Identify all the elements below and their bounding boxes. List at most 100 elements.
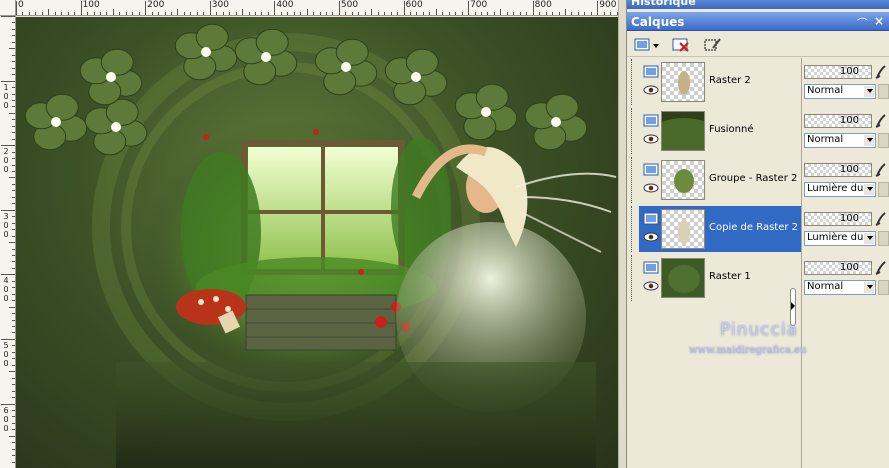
ruler-tick (326, 12, 327, 15)
layer-property-row: 100 Normal (802, 59, 889, 105)
ruler-tick (481, 12, 482, 15)
layer-link-button[interactable] (878, 280, 889, 295)
lock-transparency-icon[interactable] (874, 260, 888, 276)
ruler-tick (590, 12, 592, 15)
eye-icon[interactable] (643, 281, 659, 291)
history-title-bar[interactable]: Historique (627, 0, 889, 9)
canvas-scrollbar[interactable] (618, 0, 626, 468)
ruler-tick (248, 12, 250, 15)
ruler-tick (132, 12, 134, 15)
ruler-tick (532, 1, 534, 15)
ruler-tick (12, 364, 15, 366)
image-canvas[interactable] (16, 17, 618, 468)
ruler-tick (12, 119, 15, 121)
tree-line (631, 108, 637, 154)
ruler-tick (610, 12, 612, 15)
clover-flower (24, 93, 88, 151)
eye-icon[interactable] (643, 232, 659, 242)
layer-row[interactable]: Groupe - Raster 2 (631, 157, 801, 203)
ruler-tick (12, 351, 15, 353)
new-layer-dropdown-button[interactable] (631, 35, 661, 53)
ruler-tick (22, 12, 24, 15)
ruler-tick (261, 12, 263, 15)
ruler-tick (539, 12, 541, 15)
ruler-tick (151, 12, 153, 15)
eye-icon[interactable] (643, 134, 659, 144)
ruler-tick (1, 209, 15, 211)
ruler-tick (577, 12, 579, 15)
ruler-tick (16, 1, 17, 15)
clover-flower (79, 48, 143, 106)
ruler-tick (461, 12, 463, 15)
ruler-tick (319, 12, 321, 15)
ruler-tick (487, 12, 489, 15)
lock-transparency-icon[interactable] (874, 162, 888, 178)
ruler-tick (338, 1, 340, 15)
layer-link-button[interactable] (878, 84, 889, 99)
layer-link-button[interactable] (878, 231, 889, 246)
ruler-tick (397, 12, 399, 15)
close-icon[interactable]: × (874, 14, 884, 28)
opacity-value: 100 (839, 213, 859, 224)
ruler-tick (9, 371, 15, 373)
opacity-slider[interactable]: 100 (804, 212, 872, 226)
ruler-tick (67, 12, 69, 15)
opacity-slider[interactable]: 100 (804, 65, 872, 79)
ruler-tick (242, 9, 244, 15)
eye-icon[interactable] (643, 183, 659, 193)
lock-transparency-icon[interactable] (874, 211, 888, 227)
layer-row[interactable]: Copie de Raster 2 (631, 206, 801, 252)
edit-selection-button[interactable] (701, 35, 723, 53)
layer-row[interactable]: Raster 1 (631, 255, 801, 301)
ruler-tick (9, 112, 15, 114)
delete-layer-button[interactable] (669, 35, 691, 53)
pin-icon[interactable]: ⌒ (857, 15, 868, 31)
blend-mode-select[interactable]: Normal (804, 84, 876, 99)
lock-transparency-icon[interactable] (874, 64, 888, 80)
ruler-tick (597, 1, 599, 15)
ruler-tick (12, 293, 15, 295)
ruler-tick (177, 9, 179, 15)
layer-link-button[interactable] (878, 133, 889, 148)
history-title: Historique (631, 0, 696, 8)
ruler-tick (216, 12, 218, 15)
ruler-tick (12, 216, 15, 218)
ruler-tick (12, 125, 15, 127)
opacity-slider[interactable]: 100 (804, 163, 872, 177)
ruler-tick (403, 1, 405, 15)
ruler-tick (358, 12, 360, 15)
lock-transparency-icon[interactable] (874, 113, 888, 129)
ruler-tick (93, 12, 95, 15)
layers-title-bar[interactable]: Calques ⌒ × (627, 12, 889, 31)
opacity-slider[interactable]: 100 (804, 261, 872, 275)
opacity-value: 100 (839, 164, 859, 175)
ruler-tick (254, 12, 256, 15)
ruler-tick (12, 461, 15, 463)
opacity-slider[interactable]: 100 (804, 114, 872, 128)
chevron-down-icon (864, 86, 874, 97)
blend-mode-select[interactable]: Normal (804, 133, 876, 148)
ruler-tick (12, 416, 15, 418)
layer-row[interactable]: Fusionné (631, 108, 801, 154)
ruler-tick (12, 442, 15, 444)
ruler-label: 200 (147, 0, 165, 10)
ruler-tick (12, 171, 15, 172)
vertical-ruler: 100 200 300 400 500 600 (0, 16, 16, 468)
raster-layer-icon (643, 114, 659, 127)
blend-mode-select[interactable]: Normal (804, 280, 876, 295)
clover-flower (384, 48, 448, 106)
ruler-tick (377, 12, 379, 15)
ruler-label: 200 (3, 147, 9, 175)
blend-mode-value: Normal (807, 281, 844, 292)
layers-toolbar (627, 31, 889, 57)
ruler-tick (9, 306, 15, 308)
blend-mode-select[interactable]: Lumière dure (804, 182, 876, 197)
ruler-tick (12, 384, 15, 386)
layer-link-button[interactable] (878, 182, 889, 197)
blend-mode-select[interactable]: Lumière dure (804, 231, 876, 246)
ruler-tick (12, 61, 15, 63)
ruler-tick (12, 28, 15, 30)
eye-icon[interactable] (643, 85, 659, 95)
layer-row[interactable]: Raster 2 (631, 59, 801, 105)
watermark-site: www.maidiregrafica.eu (689, 345, 807, 356)
